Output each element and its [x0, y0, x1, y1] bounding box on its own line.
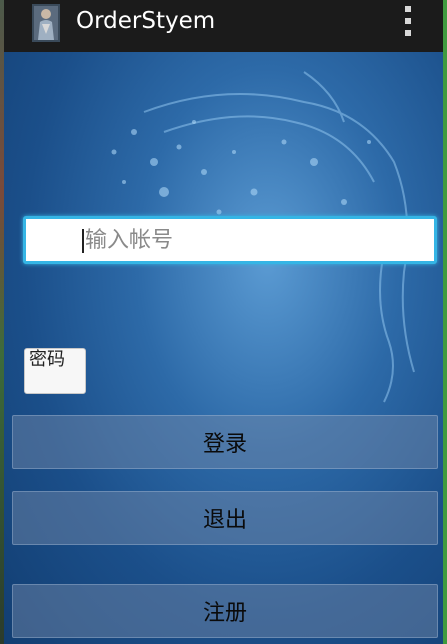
- account-input[interactable]: 输入帐号: [23, 216, 437, 264]
- account-placeholder: 输入帐号: [85, 228, 174, 253]
- overflow-menu-icon[interactable]: [404, 6, 412, 36]
- action-bar: OrderStyem: [4, 0, 443, 52]
- window-edge-right: [443, 0, 447, 644]
- app-figure-icon: [32, 4, 60, 42]
- login-button[interactable]: 登录: [12, 415, 438, 469]
- register-button[interactable]: 注册: [12, 584, 438, 638]
- login-screen: OrderStyem 输入帐号 密码 登录 退出 注册: [0, 0, 447, 644]
- text-caret: [82, 229, 84, 253]
- app-title: OrderStyem: [76, 8, 216, 34]
- exit-button[interactable]: 退出: [12, 491, 438, 545]
- password-field[interactable]: 密码: [24, 348, 86, 394]
- content-area: 输入帐号 密码 登录 退出 注册: [4, 52, 443, 644]
- password-label: 密码: [29, 349, 65, 370]
